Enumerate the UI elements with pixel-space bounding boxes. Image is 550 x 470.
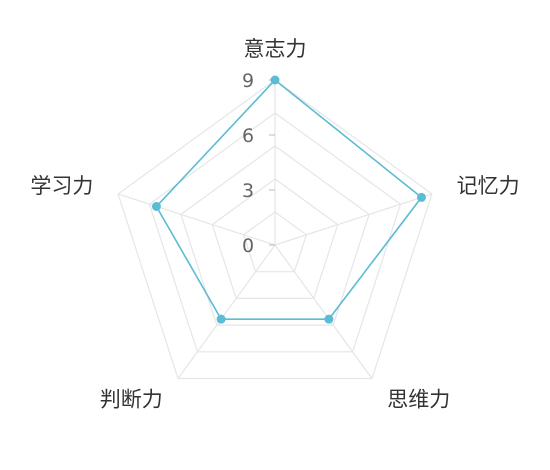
tick-label: 3 <box>242 180 254 202</box>
axis-label: 记忆力 <box>457 174 520 198</box>
radar-spoke <box>274 244 373 379</box>
axis-label: 判断力 <box>100 388 163 412</box>
radar-spoke <box>177 244 276 379</box>
radar-spokes <box>117 80 433 379</box>
data-point <box>324 314 334 324</box>
data-point <box>216 314 226 324</box>
axis-label: 思维力 <box>387 388 450 412</box>
tick-label: 6 <box>242 125 254 147</box>
tick-label: 9 <box>242 70 254 92</box>
data-point <box>416 192 426 202</box>
radar-chart: 0 3 6 9 意志力记忆力思维力 判断力 学习力 <box>30 37 520 412</box>
series-line <box>155 78 423 320</box>
axis-label: 意志力 <box>244 37 307 61</box>
tick-label: 0 <box>242 235 254 257</box>
radar-spoke <box>274 193 433 246</box>
data-point <box>270 75 280 85</box>
axis-label: 学习力 <box>30 174 93 198</box>
radar-series <box>151 75 426 324</box>
data-point <box>151 201 161 211</box>
